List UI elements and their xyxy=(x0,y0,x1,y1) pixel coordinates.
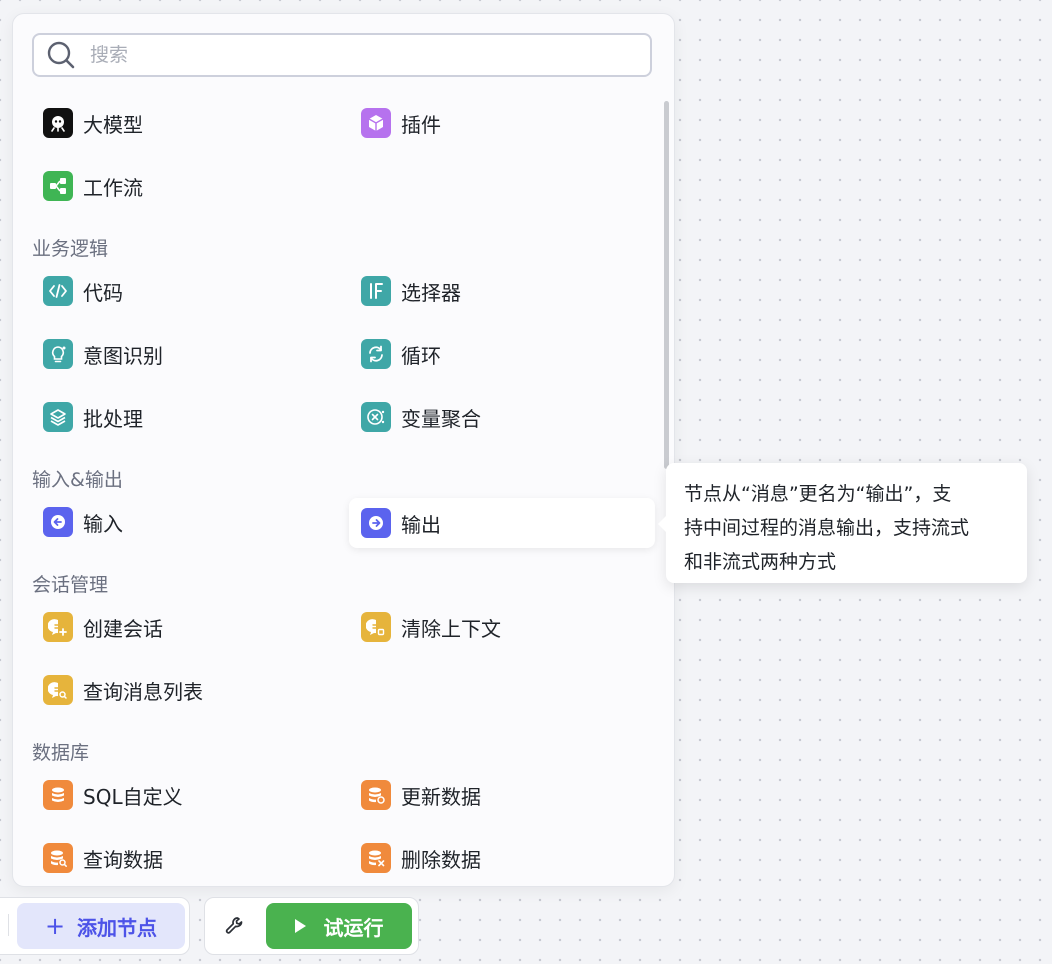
input-arrow-icon xyxy=(43,507,73,537)
workflow-icon xyxy=(43,171,73,201)
run-toolbar: 试运行 xyxy=(204,897,419,955)
node-item-delete-data[interactable]: 删除数据 xyxy=(349,838,655,878)
node-item-selector[interactable]: 选择器 xyxy=(349,271,655,311)
node-picker-panel: 大模型 插件 工作流 业务逻辑 代码 选择器 意图识别 循环 xyxy=(12,13,675,887)
node-item-label: 意图识别 xyxy=(83,343,163,368)
section-title-business-logic: 业务逻辑 xyxy=(32,238,109,260)
search-box[interactable] xyxy=(32,33,652,77)
loop-icon xyxy=(361,339,391,369)
llm-icon xyxy=(43,108,73,138)
node-item-query-data[interactable]: 查询数据 xyxy=(31,838,331,878)
node-item-update-data[interactable]: 更新数据 xyxy=(349,775,655,815)
clear-context-icon xyxy=(361,612,391,642)
search-icon xyxy=(46,40,76,70)
database-icon xyxy=(43,780,73,810)
test-run-label: 试运行 xyxy=(323,915,384,940)
tooltip-arrow xyxy=(658,515,667,533)
section-title-conversation: 会话管理 xyxy=(32,574,109,596)
toolbar-divider xyxy=(8,914,9,936)
node-item-input[interactable]: 输入 xyxy=(31,502,331,542)
search-input[interactable] xyxy=(90,44,630,66)
plugin-cube-icon xyxy=(361,108,391,138)
test-run-button[interactable]: 试运行 xyxy=(266,903,412,949)
node-item-label: 循环 xyxy=(401,343,441,368)
add-node-button[interactable]: + 添加节点 xyxy=(17,903,185,949)
play-icon xyxy=(294,919,306,933)
node-item-workflow[interactable]: 工作流 xyxy=(31,166,331,206)
node-item-label: 查询数据 xyxy=(83,847,163,872)
node-item-loop[interactable]: 循环 xyxy=(349,334,655,374)
node-item-label: 删除数据 xyxy=(401,847,481,872)
add-node-label: 添加节点 xyxy=(77,915,158,940)
tooltip-line: 持中间过程的消息输出，支持流式 xyxy=(684,517,970,539)
node-toolbar: + 添加节点 xyxy=(0,897,190,955)
node-item-clear-context[interactable]: 清除上下文 xyxy=(349,607,655,647)
query-messages-icon xyxy=(43,675,73,705)
node-item-plugin[interactable]: 插件 xyxy=(349,103,655,143)
node-item-query-messages[interactable]: 查询消息列表 xyxy=(31,670,331,710)
panel-scrollbar[interactable] xyxy=(664,101,669,469)
batch-layers-icon xyxy=(43,402,73,432)
node-item-label: 查询消息列表 xyxy=(83,679,203,704)
create-conversation-icon xyxy=(43,612,73,642)
node-item-label: 插件 xyxy=(401,112,441,137)
node-item-label: 选择器 xyxy=(401,280,461,305)
section-title-io: 输入&输出 xyxy=(32,469,123,491)
output-arrow-icon xyxy=(361,508,391,538)
node-item-label: 创建会话 xyxy=(83,616,163,641)
if-selector-icon xyxy=(361,276,391,306)
plus-icon: + xyxy=(44,912,66,940)
database-delete-icon xyxy=(361,843,391,873)
node-item-create-conversation[interactable]: 创建会话 xyxy=(31,607,331,647)
node-item-sql-custom[interactable]: SQL自定义 xyxy=(31,775,331,815)
database-search-icon xyxy=(43,843,73,873)
intent-bulb-icon xyxy=(43,339,73,369)
node-item-label: SQL自定义 xyxy=(83,784,183,809)
node-item-llm[interactable]: 大模型 xyxy=(31,103,331,143)
output-node-tooltip: 节点从“消息”更名为“输出”，支 持中间过程的消息输出，支持流式 和非流式两种方… xyxy=(658,463,1027,583)
wrench-icon[interactable] xyxy=(223,914,247,938)
node-item-code[interactable]: 代码 xyxy=(31,271,331,311)
node-item-batch[interactable]: 批处理 xyxy=(31,397,331,437)
tooltip-line: 节点从“消息”更名为“输出”，支 xyxy=(684,483,952,505)
variable-aggregate-icon xyxy=(361,402,391,432)
section-title-database: 数据库 xyxy=(32,742,90,764)
node-item-label: 变量聚合 xyxy=(401,406,481,431)
tooltip-line: 和非流式两种方式 xyxy=(684,551,837,573)
node-item-intent[interactable]: 意图识别 xyxy=(31,334,331,374)
node-item-variable-aggregate[interactable]: 变量聚合 xyxy=(349,397,655,437)
node-item-label: 更新数据 xyxy=(401,784,481,809)
code-icon xyxy=(43,276,73,306)
node-item-label: 代码 xyxy=(83,280,123,305)
node-item-label: 清除上下文 xyxy=(401,616,501,641)
database-update-icon xyxy=(361,780,391,810)
node-item-label: 工作流 xyxy=(83,175,143,200)
node-item-label: 批处理 xyxy=(83,406,143,431)
node-item-label: 输出 xyxy=(401,512,441,537)
node-item-label: 输入 xyxy=(83,511,123,536)
node-item-output[interactable]: 输出 xyxy=(349,498,655,548)
node-item-label: 大模型 xyxy=(83,112,143,137)
